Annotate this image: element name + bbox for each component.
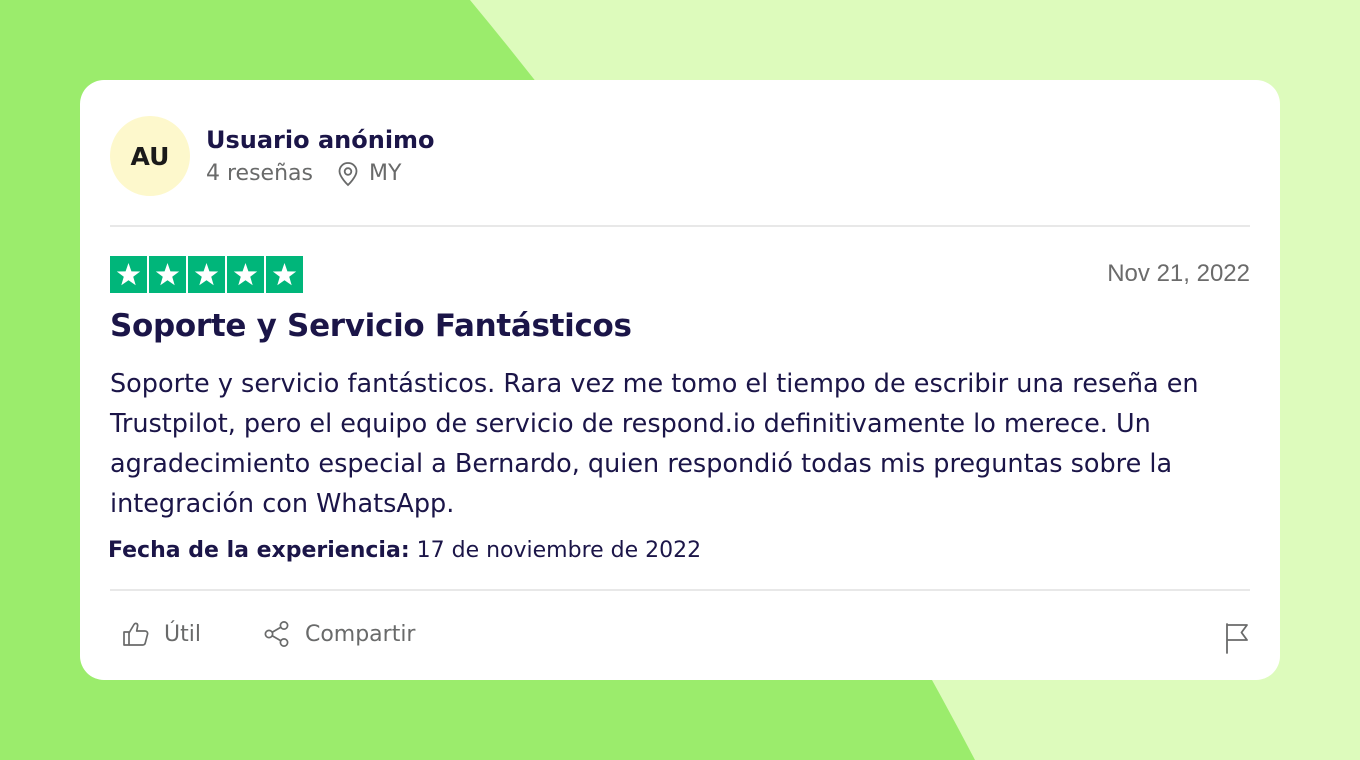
share-icon (263, 620, 291, 648)
star-icon (266, 256, 303, 293)
useful-button[interactable]: Útil (122, 621, 201, 647)
experience-date: 17 de noviembre de 2022 (416, 538, 702, 563)
star-icon (227, 256, 264, 293)
flag-icon[interactable] (1224, 622, 1250, 654)
star-rating (110, 256, 303, 293)
share-button[interactable]: Compartir (263, 620, 416, 648)
reviewer-info: Usuario anónimo 4 reseñas MY (206, 124, 435, 188)
review-date: Nov 21, 2022 (1107, 260, 1250, 287)
review-text: Soporte y servicio fantásticos. Rara vez… (110, 369, 1199, 519)
experience-label: Fecha de la experiencia: (108, 538, 410, 563)
thumbs-up-icon (122, 621, 150, 647)
review-count: 4 reseñas (206, 161, 313, 186)
star-icon (110, 256, 147, 293)
star-icon (149, 256, 186, 293)
review-actions: Útil Compartir (122, 620, 415, 648)
reviewer-meta: 4 reseñas MY (206, 160, 435, 188)
review-title[interactable]: Soporte y Servicio Fantásticos (110, 308, 632, 344)
location-pin-icon (337, 161, 359, 187)
footer-divider (110, 589, 1250, 591)
star-icon (188, 256, 225, 293)
experience-date-row: Fecha de la experiencia: 17 de noviembre… (108, 538, 701, 563)
avatar[interactable]: AU (110, 116, 190, 196)
useful-label: Útil (164, 621, 201, 647)
review-card: AU Usuario anónimo 4 reseñas MY Nov 21, … (80, 80, 1280, 680)
reviewer-name[interactable]: Usuario anónimo (206, 124, 435, 156)
reviewer-country: MY (368, 161, 402, 186)
header-divider (110, 225, 1250, 227)
share-label: Compartir (304, 621, 416, 647)
reviewer-header: AU Usuario anónimo 4 reseñas MY (110, 116, 435, 196)
